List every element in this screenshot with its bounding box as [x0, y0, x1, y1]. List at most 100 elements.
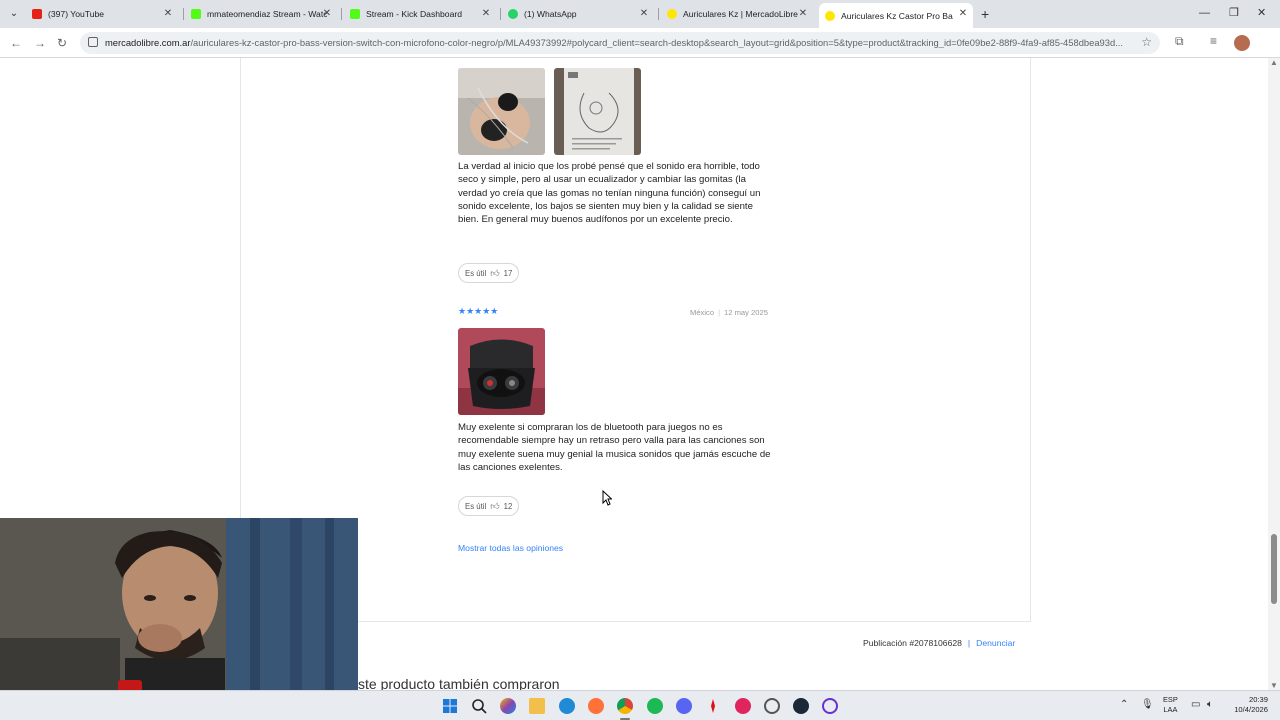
- useful-label: Es útil: [465, 268, 487, 278]
- close-icon[interactable]: ✕: [638, 8, 650, 20]
- microphone-icon[interactable]: 🎙︎: [1141, 699, 1154, 710]
- close-icon[interactable]: ✕: [162, 8, 174, 20]
- review-photo-hand[interactable]: [458, 68, 545, 155]
- obs-icon[interactable]: [764, 698, 780, 714]
- tab-mercadolibre-product[interactable]: Auriculares Kz Castor Pro Bass ✕: [819, 3, 973, 28]
- scroll-up-icon[interactable]: ▲: [1270, 58, 1278, 67]
- close-icon[interactable]: ✕: [797, 8, 809, 20]
- steam-icon[interactable]: [793, 698, 809, 714]
- volume-icon[interactable]: 🔈︎: [1207, 699, 1213, 710]
- minimize-icon[interactable]: —: [1199, 5, 1210, 21]
- tab-kick-stream[interactable]: mmateomendiaz Stream - Watch ✕: [185, 3, 337, 25]
- tab-youtube[interactable]: (397) YouTube ✕: [26, 3, 178, 25]
- tab-search-icon[interactable]: ⌄: [6, 6, 22, 22]
- red-app-icon[interactable]: [705, 698, 721, 714]
- tab-whatsapp[interactable]: (1) WhatsApp ✕: [502, 3, 654, 25]
- meta-divider: |: [718, 308, 721, 317]
- review-photo-case[interactable]: [458, 328, 545, 415]
- chrome-icon[interactable]: [617, 698, 633, 714]
- kick-icon: [191, 9, 201, 19]
- rating-stars: ★★★★★: [458, 306, 499, 316]
- report-link[interactable]: Denunciar: [976, 638, 1015, 648]
- url-host: mercadolibre.com.ar: [105, 37, 191, 48]
- tab-mercadolibre-search[interactable]: Auriculares Kz | MercadoLibre ✕: [661, 3, 813, 25]
- close-icon[interactable]: ✕: [321, 8, 333, 20]
- tab-divider: [658, 8, 659, 20]
- whatsapp-icon: [508, 9, 518, 19]
- footer-divider: |: [967, 638, 971, 648]
- system-clock[interactable]: 20:39 10/4/2026: [1226, 695, 1268, 714]
- scroll-down-icon[interactable]: ▼: [1270, 681, 1278, 690]
- profile-avatar[interactable]: [1234, 35, 1250, 51]
- publication-footer: Publicación #2078106628 | Denunciar: [863, 638, 1015, 648]
- search-icon[interactable]: [471, 698, 487, 714]
- bookmark-star-icon[interactable]: ☆: [1141, 35, 1152, 49]
- thumbs-up-icon: 👍︎: [490, 500, 500, 511]
- screen: ⌄ (397) YouTube ✕ mmateomendiaz Stream -…: [0, 0, 1280, 720]
- tab-label: Auriculares Kz Castor Pro Bass: [841, 10, 953, 21]
- new-tab-icon[interactable]: +: [981, 6, 989, 22]
- lang-line1: ESP: [1163, 695, 1178, 704]
- show-hidden-icons-icon[interactable]: ⌃: [1120, 699, 1128, 710]
- review-photo-manual[interactable]: [554, 68, 641, 155]
- youtube-icon: [32, 9, 42, 19]
- firefox-icon[interactable]: [588, 698, 604, 714]
- maximize-icon[interactable]: ❐: [1229, 5, 1239, 21]
- review-date: 12 may 2025: [724, 308, 768, 317]
- steam-link-icon[interactable]: [735, 698, 751, 714]
- url-path: /auriculares-kz-castor-pro-bass-version-…: [190, 37, 1124, 48]
- reload-icon[interactable]: ↻: [57, 35, 67, 51]
- useful-label: Es útil: [465, 501, 487, 511]
- file-explorer-icon[interactable]: [529, 698, 545, 714]
- close-icon[interactable]: ✕: [480, 8, 492, 20]
- url-text[interactable]: mercadolibre.com.ar/auriculares-kz-casto…: [105, 37, 1135, 48]
- clock-time: 20:39: [1248, 695, 1268, 704]
- thumbs-up-icon: 👍︎: [490, 267, 500, 278]
- useful-button[interactable]: Es útil 👍︎ 12: [458, 496, 520, 516]
- browser-toolbar: ← → ↻ mercadolibre.com.ar/auriculares-kz…: [0, 28, 1280, 58]
- webcam-overlay: [0, 518, 358, 692]
- show-all-reviews-link[interactable]: Mostrar todas las opiniones: [458, 543, 563, 553]
- review-meta: México | 12 may 2025: [690, 308, 768, 317]
- tab-label: mmateomendiaz Stream - Watch: [207, 9, 327, 19]
- tab-strip: ⌄ (397) YouTube ✕ mmateomendiaz Stream -…: [0, 0, 1280, 28]
- review-text: La verdad al inicio que los probé pensé …: [458, 161, 761, 226]
- useful-count: 12: [503, 501, 513, 511]
- tab-label: Stream - Kick Dashboard: [366, 9, 462, 19]
- scrollbar-thumb[interactable]: [1271, 534, 1277, 604]
- lang-line2: LAA: [1163, 704, 1178, 714]
- review-text: Muy exelente si compraran los de bluetoo…: [458, 422, 771, 473]
- app-ring-icon[interactable]: [822, 698, 838, 714]
- tab-divider: [500, 8, 501, 20]
- extensions-icon[interactable]: ⧉: [1175, 34, 1184, 49]
- publication-id: Publicación #2078106628: [863, 638, 962, 648]
- site-info-icon[interactable]: [88, 37, 98, 47]
- taskbar: ⌃ 🎙︎ ESP LAA ▭ 🔈︎ 20:39 10/4/2026: [0, 690, 1280, 720]
- menu-lines-icon[interactable]: ≡: [1210, 34, 1217, 48]
- windows-start-icon[interactable]: [442, 698, 458, 714]
- copilot-icon[interactable]: [500, 698, 516, 714]
- review-country: México: [690, 308, 715, 317]
- input-language[interactable]: ESP LAA: [1163, 695, 1178, 714]
- tab-kick-dashboard[interactable]: Stream - Kick Dashboard ✕: [344, 3, 496, 25]
- tab-divider: [341, 8, 342, 20]
- discord-icon[interactable]: [676, 698, 692, 714]
- tab-label: (397) YouTube: [48, 9, 105, 19]
- forward-icon[interactable]: →: [34, 35, 46, 51]
- useful-button[interactable]: Es útil 👍︎ 17: [458, 263, 520, 283]
- back-icon[interactable]: ←: [10, 35, 22, 51]
- spotify-icon[interactable]: [647, 698, 663, 714]
- page-scrollbar[interactable]: ▲ ▼: [1268, 58, 1280, 690]
- close-icon[interactable]: ✕: [957, 8, 969, 20]
- window-close-icon[interactable]: ✕: [1257, 5, 1266, 21]
- kick-icon: [350, 9, 360, 19]
- network-icon[interactable]: ▭: [1191, 699, 1200, 710]
- address-bar[interactable]: mercadolibre.com.ar/auriculares-kz-casto…: [80, 32, 1160, 54]
- useful-count: 17: [503, 268, 513, 278]
- tab-label: Auriculares Kz | MercadoLibre: [683, 9, 798, 19]
- edge-icon[interactable]: [559, 698, 575, 714]
- tab-divider: [183, 8, 184, 20]
- mercadolibre-icon: [667, 9, 677, 19]
- mouse-cursor: [602, 489, 613, 511]
- clock-date: 10/4/2026: [1234, 704, 1268, 714]
